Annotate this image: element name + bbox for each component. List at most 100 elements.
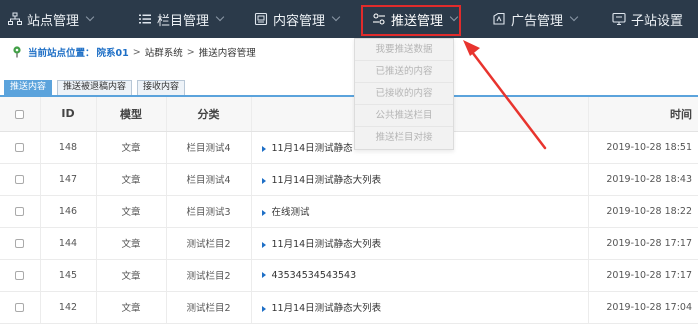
sliders-icon bbox=[372, 12, 386, 26]
row-title-cell: 11月14日测试静态大列表 bbox=[250, 163, 588, 196]
nav-label: 子站设置 bbox=[631, 13, 684, 29]
menu-item-received-content[interactable]: 已接收的内容 bbox=[355, 83, 453, 105]
row-select-cell bbox=[0, 291, 40, 324]
row-id: 142 bbox=[39, 291, 96, 324]
select-all-cell bbox=[0, 97, 40, 132]
row-category: 栏目测试3 bbox=[165, 195, 251, 228]
chevron-down-icon bbox=[449, 12, 459, 22]
row-select-cell bbox=[0, 163, 40, 196]
breadcrumb-item[interactable]: 站群系统 bbox=[145, 45, 183, 59]
row-title-cell: 11月14日测试静态大列表 bbox=[250, 291, 588, 324]
table-row: 142 文章 测试栏目2 11月14日测试静态大列表 2019-10-28 17… bbox=[0, 291, 698, 324]
row-id: 144 bbox=[39, 227, 96, 260]
row-time: 2019-10-28 17:17 bbox=[587, 227, 698, 260]
row-title-cell: 11月14日测试静态大列表 bbox=[250, 227, 588, 260]
breadcrumb-separator: > bbox=[186, 46, 195, 58]
row-title-link[interactable]: 11月14日测试静态 bbox=[272, 143, 353, 154]
triangle-right-icon bbox=[261, 305, 266, 312]
row-category: 栏目测试4 bbox=[165, 163, 251, 196]
row-title-link[interactable]: 11月14日测试静态大列表 bbox=[272, 239, 382, 250]
nav-label: 推送管理 bbox=[391, 13, 444, 29]
top-nav: 站点管理 栏目管理 内容管理 推送管理 广告管理 子站设置 bbox=[0, 0, 698, 38]
nav-label: 内容管理 bbox=[273, 13, 326, 29]
breadcrumb-site-link[interactable]: 院系01 bbox=[97, 45, 129, 59]
nav-label: 栏目管理 bbox=[157, 13, 210, 29]
row-time: 2019-10-28 18:51 bbox=[587, 131, 698, 164]
nav-label: 站点管理 bbox=[27, 13, 80, 29]
row-title-link[interactable]: 11月14日测试静态大列表 bbox=[272, 303, 382, 314]
triangle-right-icon bbox=[261, 272, 266, 278]
row-time: 2019-10-28 17:17 bbox=[587, 259, 698, 292]
row-id: 148 bbox=[39, 131, 96, 164]
tab-rejected-content[interactable]: 推送被退稿内容 bbox=[57, 80, 133, 95]
row-select-cell bbox=[0, 131, 40, 164]
triangle-right-icon bbox=[261, 209, 266, 216]
nav-ad-management[interactable]: 广告管理 bbox=[492, 0, 579, 38]
row-title-cell: 43534534543543 bbox=[250, 259, 588, 292]
row-category: 测试栏目2 bbox=[165, 291, 251, 324]
table-row: 145 文章 测试栏目2 43534534543543 2019-10-28 1… bbox=[0, 259, 698, 292]
breadcrumb-item-current: 推送内容管理 bbox=[198, 48, 256, 59]
row-title-link[interactable]: 43534534543543 bbox=[272, 270, 357, 281]
nav-site-management[interactable]: 站点管理 bbox=[8, 0, 95, 38]
row-model: 文章 bbox=[95, 291, 166, 324]
table-row: 146 文章 栏目测试3 在线测试 2019-10-28 18:22 bbox=[0, 195, 698, 228]
row-select-cell bbox=[0, 259, 40, 292]
menu-item-push-column-link[interactable]: 推送栏目对接 bbox=[355, 127, 453, 149]
row-checkbox[interactable] bbox=[15, 206, 25, 216]
breadcrumb-separator: > bbox=[132, 46, 141, 58]
row-checkbox[interactable] bbox=[15, 302, 25, 312]
tab-received-content[interactable]: 接收内容 bbox=[137, 80, 186, 95]
row-checkbox[interactable] bbox=[15, 142, 25, 152]
row-checkbox[interactable] bbox=[15, 238, 25, 248]
row-category: 栏目测试4 bbox=[165, 131, 251, 164]
ad-icon bbox=[492, 12, 506, 26]
chevron-down-icon bbox=[331, 12, 341, 22]
menu-item-pushed-content[interactable]: 已推送的内容 bbox=[355, 61, 453, 83]
row-model: 文章 bbox=[95, 163, 166, 196]
header-category[interactable]: 分类 bbox=[165, 97, 251, 132]
push-management-dropdown: 我要推送数据 已推送的内容 已接收的内容 公共推送栏目 推送栏目对接 bbox=[354, 38, 454, 150]
row-time: 2019-10-28 17:04 bbox=[587, 291, 698, 324]
row-id: 145 bbox=[39, 259, 96, 292]
header-model[interactable]: 模型 bbox=[95, 97, 166, 132]
nav-label: 广告管理 bbox=[511, 13, 564, 29]
table-row: 144 文章 测试栏目2 11月14日测试静态大列表 2019-10-28 17… bbox=[0, 227, 698, 260]
table-row: 148 文章 栏目测试4 11月14日测试静态 2019-10-28 18:51 bbox=[0, 131, 698, 164]
row-checkbox[interactable] bbox=[15, 270, 25, 280]
chevron-down-icon bbox=[569, 12, 579, 22]
row-category: 测试栏目2 bbox=[165, 227, 251, 260]
header-id[interactable]: ID bbox=[39, 97, 96, 132]
row-time: 2019-10-28 18:22 bbox=[587, 195, 698, 228]
row-title-cell: 在线测试 bbox=[250, 195, 588, 228]
row-select-cell bbox=[0, 195, 40, 228]
document-icon bbox=[254, 12, 268, 26]
row-id: 147 bbox=[39, 163, 96, 196]
row-title-link[interactable]: 11月14日测试静态大列表 bbox=[272, 175, 382, 186]
row-select-cell bbox=[0, 227, 40, 260]
table-row: 147 文章 栏目测试4 11月14日测试静态大列表 2019-10-28 18… bbox=[0, 163, 698, 196]
triangle-right-icon bbox=[261, 241, 266, 248]
tab-pushed-content[interactable]: 推送内容 bbox=[4, 80, 53, 95]
location-pin-icon bbox=[12, 46, 22, 58]
triangle-right-icon bbox=[261, 177, 266, 184]
content-table: ID 模型 分类 时间 148 文章 栏目测试4 11月14日测试静态 2019… bbox=[0, 97, 698, 324]
menu-item-public-push-column[interactable]: 公共推送栏目 bbox=[355, 105, 453, 127]
menu-item-push-data[interactable]: 我要推送数据 bbox=[355, 39, 453, 61]
sitemap-icon bbox=[8, 12, 22, 26]
row-title-link[interactable]: 在线测试 bbox=[272, 207, 310, 218]
breadcrumb-label: 当前站点位置： bbox=[28, 48, 95, 59]
row-checkbox[interactable] bbox=[15, 174, 25, 184]
triangle-right-icon bbox=[261, 145, 266, 152]
row-model: 文章 bbox=[95, 259, 166, 292]
nav-content-management[interactable]: 内容管理 bbox=[254, 0, 341, 38]
row-category: 测试栏目2 bbox=[165, 259, 251, 292]
nav-subsite-settings[interactable]: 子站设置 bbox=[612, 0, 683, 38]
select-all-checkbox[interactable] bbox=[15, 109, 25, 119]
nav-column-management[interactable]: 栏目管理 bbox=[138, 0, 225, 38]
row-model: 文章 bbox=[95, 195, 166, 228]
nav-push-management[interactable]: 推送管理 bbox=[372, 0, 459, 38]
row-model: 文章 bbox=[95, 227, 166, 260]
chevron-down-icon bbox=[215, 12, 225, 22]
header-time[interactable]: 时间 bbox=[587, 97, 698, 132]
